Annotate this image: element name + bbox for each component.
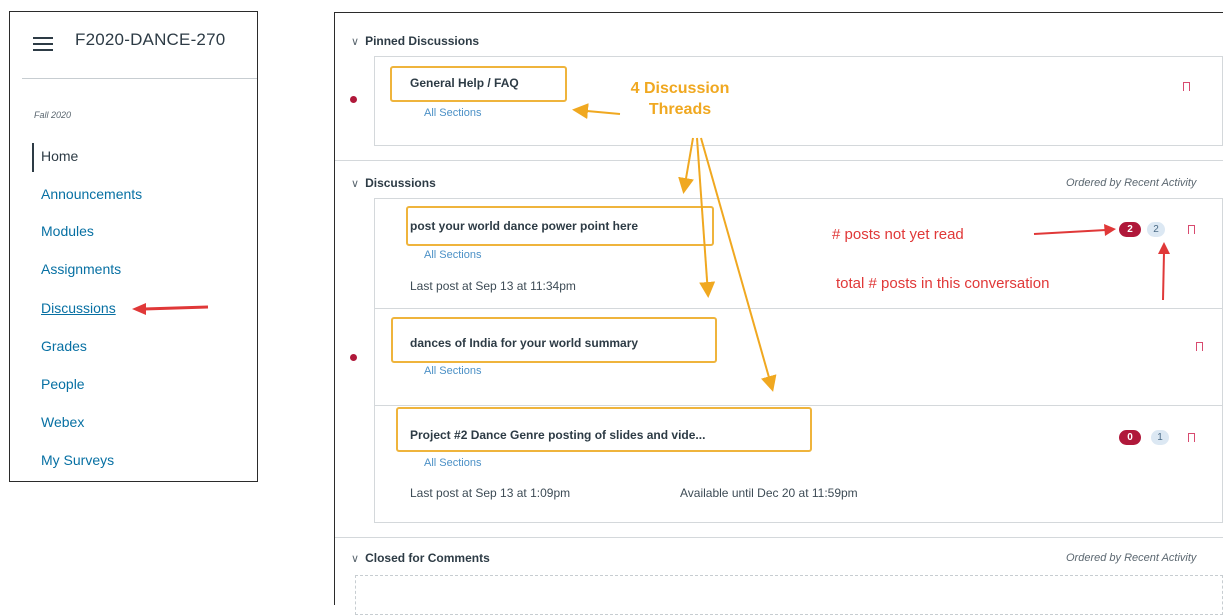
highlight-box — [390, 66, 567, 102]
thread-sections: All Sections — [424, 457, 482, 469]
closed-empty-dropzone — [355, 575, 1223, 615]
bookmark-icon[interactable] — [1182, 82, 1193, 95]
total-count-badge: 1 — [1151, 430, 1169, 445]
sidebar-item-discussions[interactable]: Discussions — [41, 300, 116, 316]
highlight-box — [396, 407, 812, 452]
bookmark-icon[interactable] — [1187, 433, 1198, 446]
hamburger-menu-icon[interactable] — [33, 37, 53, 51]
thread-last-post: Last post at Sep 13 at 1:09pm — [410, 486, 571, 500]
sidebar-item-my-surveys[interactable]: My Surveys — [41, 452, 114, 468]
order-note: Ordered by Recent Activity — [1066, 177, 1197, 189]
unread-annotation: # posts not yet read — [832, 226, 964, 243]
discussions-section-heading: Discussions — [365, 176, 436, 190]
closed-section-toggle[interactable]: ∨ Closed for Comments — [351, 551, 490, 565]
sidebar-item-modules[interactable]: Modules — [41, 223, 94, 239]
discussions-pointer-arrow — [132, 303, 209, 315]
thread-sections: All Sections — [424, 107, 482, 119]
thread-availability: Available until Dec 20 at 11:59pm — [680, 486, 858, 500]
pinned-section-heading: Pinned Discussions — [365, 34, 480, 48]
course-nav-panel — [9, 11, 258, 482]
unread-dot-icon — [350, 96, 357, 103]
badge-annotation-arrows — [1033, 224, 1170, 301]
term-label: Fall 2020 — [34, 110, 72, 120]
sidebar-item-grades[interactable]: Grades — [41, 338, 87, 354]
nav-active-indicator — [32, 143, 34, 172]
pinned-section-toggle[interactable]: ∨ Pinned Discussions — [351, 34, 479, 48]
unread-count-badge: 0 — [1119, 430, 1141, 445]
order-note: Ordered by Recent Activity — [1066, 552, 1197, 564]
closed-section-heading: Closed for Comments — [365, 551, 490, 565]
sidebar-item-people[interactable]: People — [41, 376, 85, 392]
total-annotation: total # posts in this conversation — [836, 275, 1050, 292]
sidebar-item-assignments[interactable]: Assignments — [41, 261, 121, 277]
sidebar-item-home[interactable]: Home — [41, 148, 78, 164]
threads-annotation-arrows — [572, 103, 777, 392]
discussions-section-toggle[interactable]: ∨ Discussions — [351, 176, 436, 190]
chevron-down-icon: ∨ — [351, 36, 360, 48]
chevron-down-icon: ∨ — [351, 553, 360, 565]
thread-divider — [375, 308, 1223, 309]
sidebar-item-webex[interactable]: Webex — [41, 414, 84, 430]
sidebar-item-announcements[interactable]: Announcements — [41, 186, 142, 202]
chevron-down-icon: ∨ — [351, 178, 360, 190]
section-divider — [335, 537, 1223, 538]
nav-divider — [22, 78, 257, 79]
thread-last-post: Last post at Sep 13 at 11:34pm — [410, 279, 576, 293]
thread-sections: All Sections — [424, 249, 482, 261]
thread-divider — [375, 405, 1223, 406]
course-title[interactable]: F2020-DANCE-270 — [75, 30, 225, 50]
unread-dot-icon — [350, 354, 357, 361]
thread-sections: All Sections — [424, 365, 482, 377]
bookmark-icon[interactable] — [1195, 342, 1206, 355]
